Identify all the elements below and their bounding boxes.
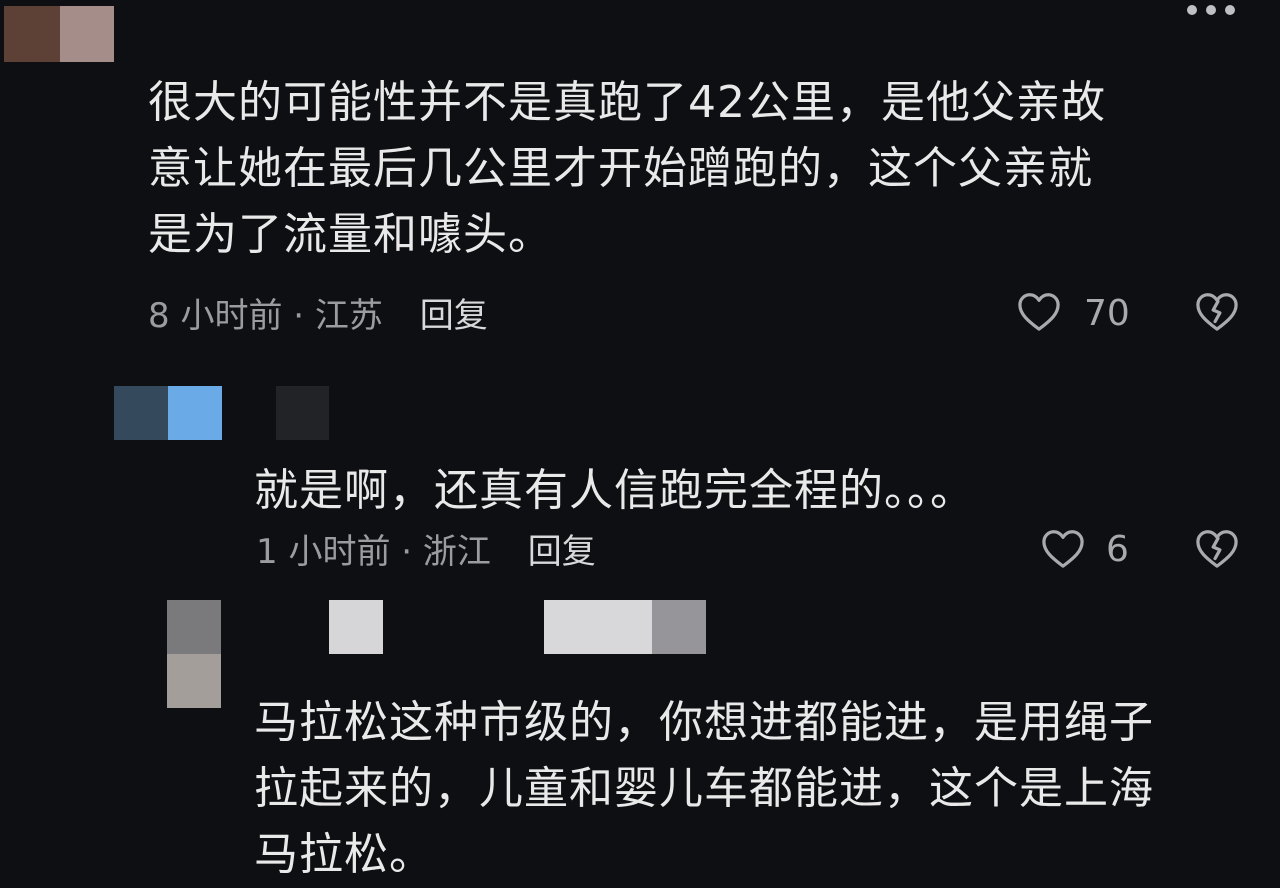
username-pixelated[interactable] [329,600,383,654]
comment-line: 就是啊，还真有人信跑完全程的。。。 [254,465,975,516]
reply-button[interactable]: 回复 [528,532,596,572]
more-options-icon[interactable] [1186,4,1236,16]
comment-time: 1 小时前 [256,532,391,572]
comment-line: 是为了流量和噱头。 [148,209,553,260]
heart-outline-icon[interactable] [1016,290,1062,332]
like-count: 6 [1106,529,1129,570]
comment-text: 就是啊，还真有人信跑完全程的。。。 [254,458,975,524]
avatar-pixel [652,600,706,654]
comment-time: 8 小时前 [148,296,283,336]
broken-heart-icon[interactable] [1194,527,1240,569]
avatar-pixel [168,386,222,440]
reply-button[interactable]: 回复 [420,296,488,336]
avatar-pixel [544,600,652,654]
meta-separator: · [293,296,305,336]
comment-location: 江苏 [314,296,383,336]
comment-meta: 1 小时前 · 浙江 回复 [256,532,596,572]
avatar-pixel [167,600,221,654]
comment-line: 马拉松这种市级的，你想进都能进，是用绳子 [254,697,1154,748]
comment-line: 很大的可能性并不是真跑了42公里，是他父亲故 [148,77,1106,128]
comment-meta: 8 小时前 · 江苏 回复 [148,296,488,336]
comment-line: 拉起来的，儿童和婴儿车都能进，这个是上海 [254,763,1154,814]
avatar-pixel [4,6,60,62]
avatar-pixel [114,386,168,440]
meta-separator: · [401,532,413,572]
comment-text: 马拉松这种市级的，你想进都能进，是用绳子 拉起来的，儿童和婴儿车都能进，这个是上… [254,690,1154,888]
comment-text: 很大的可能性并不是真跑了42公里，是他父亲故 意让她在最后几公里才开始蹭跑的，这… [148,70,1106,268]
avatar-pixel [60,6,114,62]
username-pixelated[interactable] [276,386,329,440]
comment-line: 意让她在最后几公里才开始蹭跑的，这个父亲就 [148,143,1093,194]
comment-location: 浙江 [422,532,491,572]
comment-line: 马拉松。 [254,829,434,880]
heart-outline-icon[interactable] [1040,527,1086,569]
broken-heart-icon[interactable] [1194,290,1240,332]
avatar-pixel [167,654,221,708]
like-count: 70 [1084,293,1130,334]
